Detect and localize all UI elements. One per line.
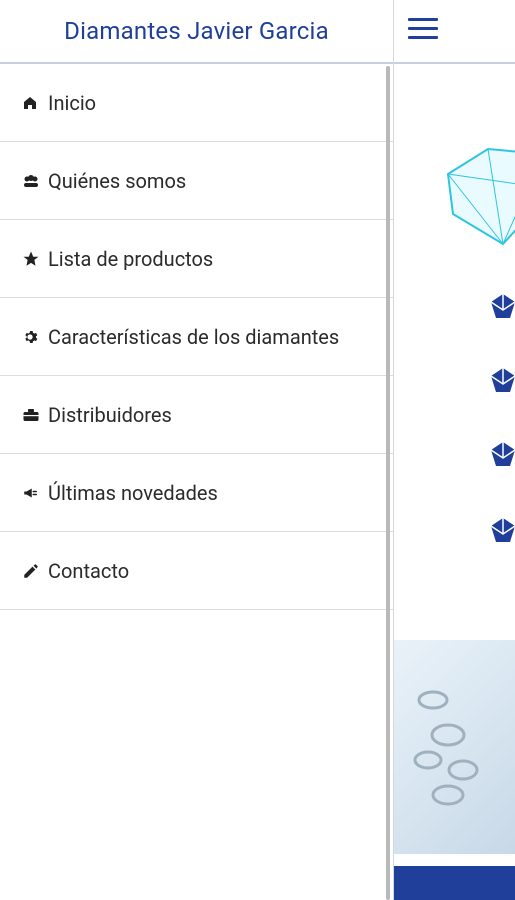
pencil-icon [22, 562, 42, 580]
diamond-illustration-icon [446, 147, 515, 246]
drawer-scrollbar[interactable] [386, 66, 390, 900]
top-app-bar [393, 0, 515, 64]
menu-list: Inicio Quiénes somos Lista de productos [0, 64, 393, 610]
menu-item-label: Distribuidores [48, 402, 172, 427]
diamond-bullet-icon [490, 518, 515, 542]
hamburger-menu-icon[interactable] [408, 18, 438, 42]
menu-item-label: Últimas novedades [48, 480, 218, 505]
main-content [393, 64, 515, 900]
menu-item-label: Inicio [48, 90, 97, 115]
megaphone-icon [22, 484, 42, 502]
group-icon [22, 173, 42, 189]
navigation-drawer: Diamantes Javier Garcia Inicio Quiénes s… [0, 0, 394, 900]
home-icon [22, 95, 42, 111]
menu-item-label: Lista de productos [48, 246, 214, 271]
menu-item-label: Contacto [48, 558, 130, 583]
menu-item-lista-productos[interactable]: Lista de productos [0, 220, 393, 298]
menu-item-label: Características de los diamantes [48, 324, 340, 349]
drawer-header: Diamantes Javier Garcia [0, 0, 393, 64]
diamond-bullet-icon [490, 442, 515, 466]
menu-item-label: Quiénes somos [48, 168, 187, 193]
bottom-accent-bar [393, 866, 515, 900]
app-title: Diamantes Javier Garcia [64, 17, 329, 45]
menu-item-quienes-somos[interactable]: Quiénes somos [0, 142, 393, 220]
menu-item-inicio[interactable]: Inicio [0, 64, 393, 142]
star-icon [22, 250, 42, 268]
rings-photo [393, 640, 515, 854]
menu-item-distribuidores[interactable]: Distribuidores [0, 376, 393, 454]
gear-icon [22, 329, 42, 345]
diamond-bullet-icon [490, 368, 515, 392]
briefcase-icon [22, 407, 42, 423]
menu-item-ultimas-novedades[interactable]: Últimas novedades [0, 454, 393, 532]
menu-item-contacto[interactable]: Contacto [0, 532, 393, 610]
menu-item-caracteristicas[interactable]: Características de los diamantes [0, 298, 393, 376]
diamond-bullet-icon [490, 294, 515, 318]
